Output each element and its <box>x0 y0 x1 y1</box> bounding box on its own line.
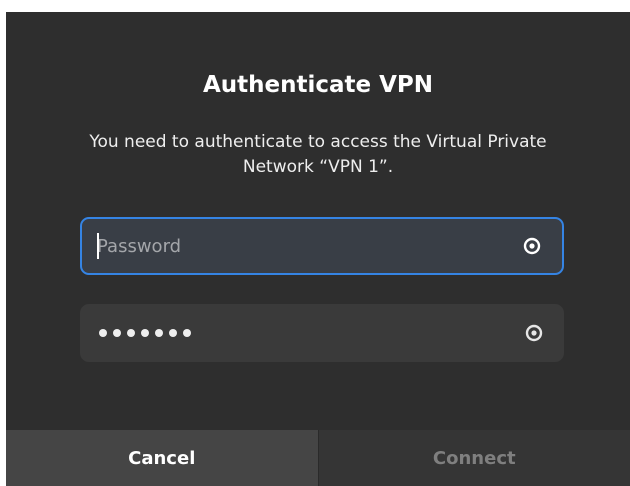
mask-dot <box>183 329 191 337</box>
vpn-auth-dialog: Authenticate VPN You need to authenticat… <box>6 12 630 486</box>
cancel-button[interactable]: Cancel <box>6 430 318 486</box>
eye-icon[interactable] <box>520 234 544 258</box>
mask-dot <box>169 329 177 337</box>
mask-dot <box>99 329 107 337</box>
dialog-footer: Cancel Connect <box>6 430 630 486</box>
mask-dot <box>155 329 163 337</box>
mask-dot <box>141 329 149 337</box>
mask-dot <box>113 329 121 337</box>
password-field[interactable] <box>80 217 564 275</box>
eye-icon-graphic <box>523 237 541 255</box>
eye-icon[interactable] <box>522 321 546 345</box>
password-input[interactable] <box>97 219 497 273</box>
text-caret <box>97 233 99 259</box>
mask-dot <box>127 329 135 337</box>
masked-password-value <box>99 304 191 362</box>
secondary-password-field[interactable] <box>80 304 564 362</box>
connect-button[interactable]: Connect <box>317 430 630 486</box>
eye-icon-graphic <box>525 324 543 342</box>
dialog-title: Authenticate VPN <box>202 72 434 98</box>
dialog-message: You need to authenticate to access the V… <box>89 132 547 177</box>
